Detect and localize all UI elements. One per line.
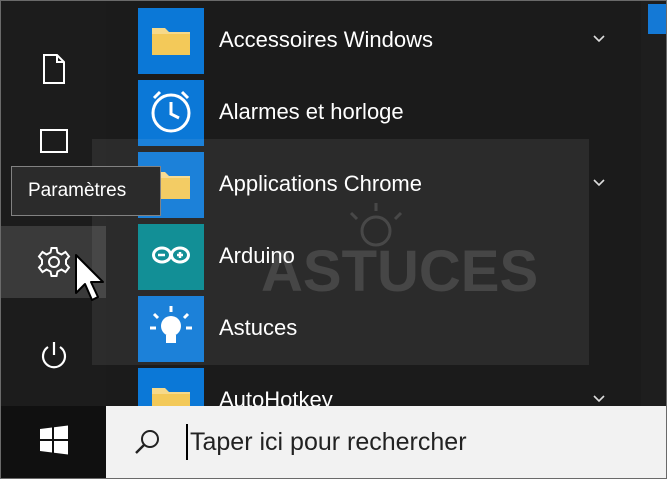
app-item-applications-chrome[interactable]: Applications Chrome [106,148,641,220]
search-icon [134,428,162,461]
lightbulb-icon [146,302,196,357]
folder-icon [151,22,191,61]
windows-logo-icon [39,425,69,460]
tiles-area [641,1,666,406]
app-label: Astuces [219,315,298,340]
app-label: Accessoires Windows [219,27,433,52]
app-item-alarmes-et-horloge[interactable]: Alarmes et horloge [106,76,641,148]
app-item-accessoires-windows[interactable]: Accessoires Windows [106,4,641,76]
arduino-icon [151,244,191,271]
app-tile [138,296,204,362]
app-tile [138,224,204,290]
search-box[interactable]: Taper ici pour rechercher [106,406,666,478]
taskbar: Taper ici pour rechercher [1,406,666,478]
app-label: Applications Chrome [219,171,422,196]
pictures-icon [39,128,69,154]
chevron-down-icon[interactable] [592,392,606,406]
alarm-clock-icon [146,86,196,141]
screenshot-frame: Accessoires Windows Alarmes et horloge A… [0,0,667,479]
settings-tooltip: Paramètres [11,166,161,216]
app-label: Alarmes et horloge [219,99,404,124]
app-tile [138,8,204,74]
search-input[interactable]: Taper ici pour rechercher [190,406,467,478]
app-item-arduino[interactable]: Arduino [106,220,641,292]
app-list: Accessoires Windows Alarmes et horloge A… [106,1,641,434]
document-icon [42,54,66,84]
live-tile[interactable] [648,4,666,34]
chevron-down-icon[interactable] [592,176,606,190]
mouse-cursor-icon [75,254,104,301]
pictures-button[interactable] [1,121,106,161]
start-button[interactable] [1,406,106,478]
app-item-astuces[interactable]: Astuces [106,292,641,364]
app-label: Arduino [219,243,295,268]
power-icon [39,340,69,370]
app-tile [138,80,204,146]
power-button[interactable] [1,319,106,391]
documents-button[interactable] [1,33,106,105]
gear-icon [36,244,72,280]
text-caret [186,424,188,460]
chevron-down-icon[interactable] [592,32,606,46]
